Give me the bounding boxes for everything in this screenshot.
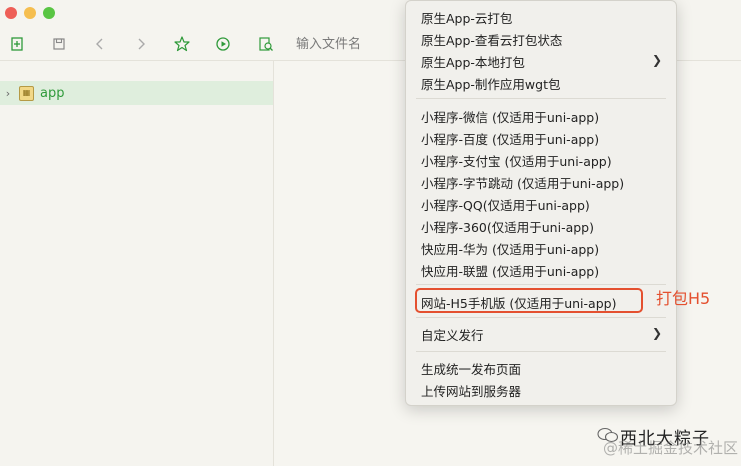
- menu-separator: [416, 351, 666, 352]
- annotation-highlight-box: [415, 288, 643, 313]
- menu-item-label: 生成统一发布页面: [421, 361, 522, 377]
- menu-item-quickapp-huawei[interactable]: 快应用-华为 (仅适用于uni-app): [406, 237, 676, 259]
- chevron-right-icon: ❯: [651, 53, 662, 67]
- menu-item-label: 小程序-微信 (仅适用于uni-app): [421, 109, 600, 125]
- menu-separator: [416, 317, 666, 318]
- close-window-button[interactable]: [5, 7, 17, 19]
- run-icon[interactable]: [213, 34, 233, 54]
- menu-item-custom-publish[interactable]: 自定义发行 ❯: [406, 323, 676, 345]
- menu-item-app-cloud-pack[interactable]: 原生App-云打包: [406, 6, 676, 28]
- tree-item-app[interactable]: › ▦ app: [0, 81, 273, 105]
- menu-item-label: 小程序-QQ(仅适用于uni-app): [421, 197, 590, 213]
- back-icon[interactable]: [90, 34, 110, 54]
- file-search-input[interactable]: [296, 35, 416, 53]
- menu-item-label: 小程序-360(仅适用于uni-app): [421, 219, 594, 235]
- menu-item-label: 快应用-华为 (仅适用于uni-app): [421, 241, 600, 257]
- zoom-window-button[interactable]: [43, 7, 55, 19]
- menu-item-mp-qq[interactable]: 小程序-QQ(仅适用于uni-app): [406, 193, 676, 215]
- menu-item-app-local-pack[interactable]: 原生App-本地打包 ❯: [406, 50, 676, 72]
- menu-item-label: 原生App-云打包: [421, 10, 513, 26]
- menu-item-label: 小程序-百度 (仅适用于uni-app): [421, 131, 600, 147]
- menu-item-mp-baidu[interactable]: 小程序-百度 (仅适用于uni-app): [406, 127, 676, 149]
- menu-item-app-cloud-status[interactable]: 原生App-查看云打包状态: [406, 28, 676, 50]
- menu-item-mp-weixin[interactable]: 小程序-微信 (仅适用于uni-app): [406, 105, 676, 127]
- annotation-label: 打包H5: [656, 289, 711, 308]
- menu-separator: [416, 284, 666, 285]
- menu-item-label: 自定义发行: [421, 327, 484, 343]
- menu-item-label: 快应用-联盟 (仅适用于uni-app): [421, 263, 600, 279]
- star-icon[interactable]: [172, 34, 192, 54]
- menu-item-label: 上传网站到服务器: [421, 383, 522, 399]
- menu-item-label: 小程序-支付宝 (仅适用于uni-app): [421, 153, 612, 169]
- menu-item-mp-alipay[interactable]: 小程序-支付宝 (仅适用于uni-app): [406, 149, 676, 171]
- folder-icon: ▦: [19, 85, 34, 101]
- chevron-right-icon[interactable]: ›: [0, 87, 16, 100]
- save-icon[interactable]: [49, 34, 69, 54]
- menu-item-mp-bytedance[interactable]: 小程序-字节跳动 (仅适用于uni-app): [406, 171, 676, 193]
- menu-item-label: 小程序-字节跳动 (仅适用于uni-app): [421, 175, 625, 191]
- tree-item-label: app: [40, 85, 65, 101]
- new-file-icon[interactable]: [7, 34, 27, 54]
- search-file-icon[interactable]: [256, 34, 276, 54]
- menu-item-upload-to-server[interactable]: 上传网站到服务器: [406, 379, 676, 401]
- menu-item-quickapp-union[interactable]: 快应用-联盟 (仅适用于uni-app): [406, 259, 676, 281]
- menu-item-label: 原生App-本地打包: [421, 54, 525, 70]
- chevron-right-icon: ❯: [651, 326, 662, 340]
- menu-item-label: 原生App-制作应用wgt包: [421, 76, 561, 92]
- menu-item-generate-publish-page[interactable]: 生成统一发布页面: [406, 357, 676, 379]
- menu-item-mp-360[interactable]: 小程序-360(仅适用于uni-app): [406, 215, 676, 237]
- project-sidebar: [0, 61, 273, 466]
- watermark-community: @稀土掘金技术社区: [603, 439, 739, 457]
- minimize-window-button[interactable]: [24, 7, 36, 19]
- menu-item-app-wgt[interactable]: 原生App-制作应用wgt包: [406, 72, 676, 94]
- menu-item-label: 原生App-查看云打包状态: [421, 32, 563, 48]
- publish-context-menu: 原生App-云打包 原生App-查看云打包状态 原生App-本地打包 ❯ 原生Ap…: [405, 0, 677, 406]
- forward-icon[interactable]: [131, 34, 151, 54]
- menu-separator: [416, 98, 666, 99]
